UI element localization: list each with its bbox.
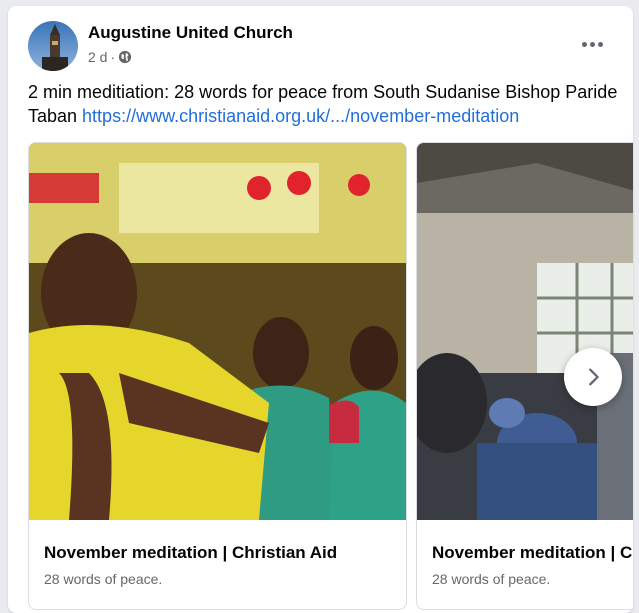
post-text: 2 min meditiation: 28 words for peace fr…	[28, 80, 618, 128]
meta-separator: ·	[110, 49, 116, 65]
post-time[interactable]: 2 d	[88, 49, 107, 65]
post-card: Augustine United Church 2 d · 2 min medi…	[8, 6, 633, 613]
page-avatar[interactable]	[28, 21, 78, 71]
card-image-church-room[interactable]	[417, 143, 633, 520]
card-image-prayer[interactable]	[29, 143, 406, 520]
card-subtitle: 28 words of peace.	[432, 571, 551, 587]
link-carousel: November meditation | Christian Aid 28 w…	[28, 142, 633, 612]
carousel-card[interactable]: November meditation | Christian Aid 28 w…	[28, 142, 407, 610]
card-title[interactable]: November meditation | Christian Aid	[44, 543, 404, 563]
post-meta: 2 d ·	[88, 49, 132, 65]
page-name[interactable]: Augustine United Church	[88, 23, 293, 43]
card-subtitle: 28 words of peace.	[44, 571, 163, 587]
card-title[interactable]: November meditation | Christian Aid	[432, 543, 633, 563]
globe-icon[interactable]	[118, 50, 132, 64]
post-link[interactable]: https://www.christianaid.org.uk/.../nove…	[82, 106, 519, 126]
more-options-icon[interactable]	[574, 30, 610, 58]
chevron-right-icon[interactable]	[564, 348, 622, 406]
